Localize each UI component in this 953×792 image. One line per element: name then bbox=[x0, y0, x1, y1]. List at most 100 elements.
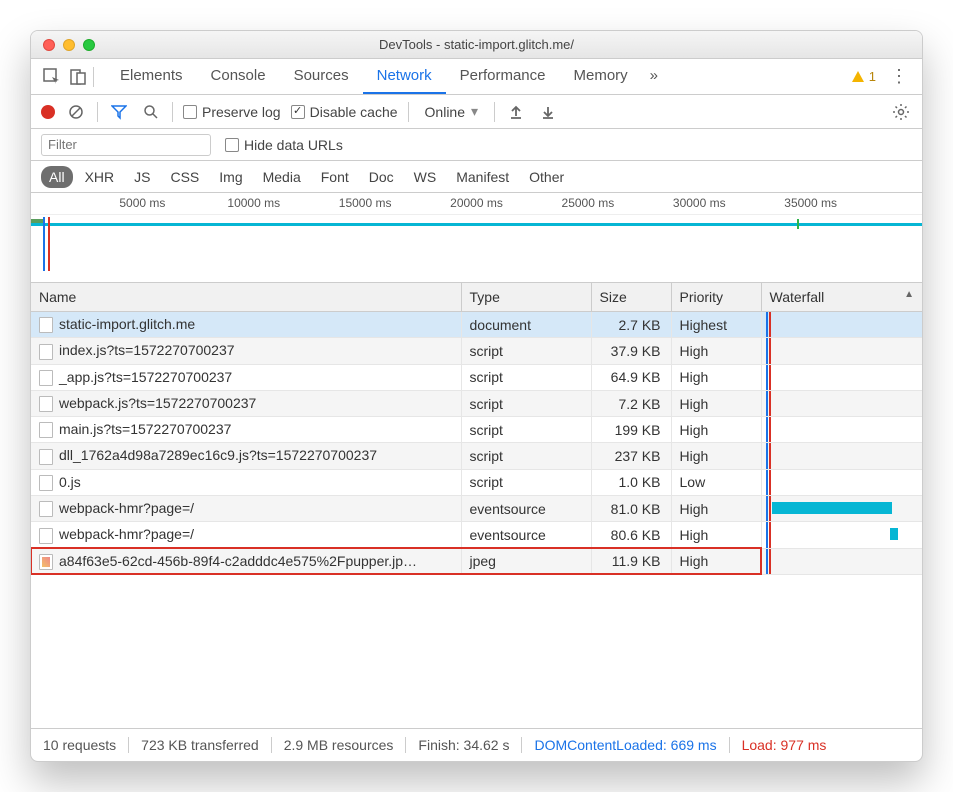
clear-button[interactable] bbox=[65, 101, 87, 123]
wf-load-line bbox=[769, 417, 771, 442]
throttling-select[interactable]: Online ▾ bbox=[419, 103, 485, 120]
cell-type: jpeg bbox=[461, 548, 591, 574]
wf-bar bbox=[772, 502, 892, 514]
type-filter-js[interactable]: JS bbox=[126, 166, 158, 188]
hide-data-urls-checkbox[interactable]: Hide data URLs bbox=[225, 137, 343, 153]
cell-waterfall bbox=[761, 312, 922, 338]
col-priority[interactable]: Priority bbox=[671, 283, 761, 312]
type-filter-img[interactable]: Img bbox=[211, 166, 250, 188]
warnings-badge[interactable]: 1 bbox=[851, 69, 876, 84]
cell-type: eventsource bbox=[461, 496, 591, 522]
search-icon[interactable] bbox=[140, 101, 162, 123]
tab-elements[interactable]: Elements bbox=[106, 59, 197, 94]
filter-toggle-icon[interactable] bbox=[108, 101, 130, 123]
cell-name: dll_1762a4d98a7289ec16c9.js?ts=157227070… bbox=[31, 443, 461, 469]
cell-name: _app.js?ts=1572270700237 bbox=[31, 364, 461, 390]
sort-asc-icon: ▲ bbox=[904, 289, 914, 300]
wf-dcl-line bbox=[766, 417, 768, 442]
timeline-track bbox=[31, 215, 922, 273]
table-row[interactable]: 0.jsscript1.0 KBLow bbox=[31, 469, 922, 495]
cell-name: webpack-hmr?page=/ bbox=[31, 496, 461, 522]
cell-waterfall bbox=[761, 390, 922, 416]
type-filter-xhr[interactable]: XHR bbox=[77, 166, 123, 188]
type-filter-other[interactable]: Other bbox=[521, 166, 572, 188]
preserve-log-checkbox[interactable]: Preserve log bbox=[183, 104, 281, 120]
wf-dcl-line bbox=[766, 312, 768, 337]
cell-type: script bbox=[461, 364, 591, 390]
table-row[interactable]: webpack-hmr?page=/eventsource80.6 KBHigh bbox=[31, 522, 922, 548]
cell-waterfall bbox=[761, 522, 922, 548]
wf-bar bbox=[890, 528, 898, 540]
col-size[interactable]: Size bbox=[591, 283, 671, 312]
import-har-icon[interactable] bbox=[505, 101, 527, 123]
cell-waterfall bbox=[761, 338, 922, 364]
table-row[interactable]: webpack-hmr?page=/eventsource81.0 KBHigh bbox=[31, 496, 922, 522]
type-filter-css[interactable]: CSS bbox=[162, 166, 207, 188]
status-bar: 10 requests 723 KB transferred 2.9 MB re… bbox=[31, 729, 922, 761]
cell-waterfall bbox=[761, 417, 922, 443]
export-har-icon[interactable] bbox=[537, 101, 559, 123]
table-row[interactable]: webpack.js?ts=1572270700237script7.2 KBH… bbox=[31, 390, 922, 416]
network-toolbar: Preserve log Disable cache Online ▾ bbox=[31, 95, 922, 129]
cell-priority: High bbox=[671, 364, 761, 390]
table-row[interactable]: _app.js?ts=1572270700237script64.9 KBHig… bbox=[31, 364, 922, 390]
cell-type: script bbox=[461, 443, 591, 469]
cell-size: 64.9 KB bbox=[591, 364, 671, 390]
tab-console[interactable]: Console bbox=[197, 59, 280, 94]
divider bbox=[494, 102, 495, 122]
type-filter-ws[interactable]: WS bbox=[406, 166, 445, 188]
table-row[interactable]: dll_1762a4d98a7289ec16c9.js?ts=157227070… bbox=[31, 443, 922, 469]
cell-type: script bbox=[461, 417, 591, 443]
devtools-window: DevTools - static-import.glitch.me/ Elem… bbox=[30, 30, 923, 762]
kebab-menu-icon[interactable]: ⋮ bbox=[886, 66, 912, 87]
type-filter-manifest[interactable]: Manifest bbox=[448, 166, 517, 188]
type-filter-all[interactable]: All bbox=[41, 166, 73, 188]
more-tabs-button[interactable]: » bbox=[642, 59, 666, 94]
filter-input[interactable] bbox=[41, 134, 211, 156]
cell-priority: High bbox=[671, 338, 761, 364]
tab-network[interactable]: Network bbox=[363, 59, 446, 94]
table-row[interactable]: static-import.glitch.medocument2.7 KBHig… bbox=[31, 312, 922, 338]
divider bbox=[408, 102, 409, 122]
settings-icon[interactable] bbox=[890, 101, 912, 123]
cell-priority: High bbox=[671, 417, 761, 443]
table-row[interactable]: a84f63e5-62cd-456b-89f4-c2adddc4e575%2Fp… bbox=[31, 548, 922, 574]
tab-sources[interactable]: Sources bbox=[280, 59, 363, 94]
divider bbox=[172, 102, 173, 122]
tab-memory[interactable]: Memory bbox=[560, 59, 642, 94]
main-tabs-row: Elements Console Sources Network Perform… bbox=[31, 59, 922, 95]
type-filter-font[interactable]: Font bbox=[313, 166, 357, 188]
wf-load-line bbox=[769, 391, 771, 416]
cell-size: 237 KB bbox=[591, 443, 671, 469]
cell-name: webpack-hmr?page=/ bbox=[31, 522, 461, 548]
checkbox-checked-icon bbox=[291, 105, 305, 119]
col-waterfall[interactable]: Waterfall▲ bbox=[761, 283, 922, 312]
file-icon bbox=[39, 370, 53, 386]
tab-performance[interactable]: Performance bbox=[446, 59, 560, 94]
wf-dcl-line bbox=[766, 391, 768, 416]
checkbox-icon bbox=[183, 105, 197, 119]
col-name[interactable]: Name bbox=[31, 283, 461, 312]
record-button[interactable] bbox=[41, 105, 55, 119]
table-row[interactable]: main.js?ts=1572270700237script199 KBHigh bbox=[31, 417, 922, 443]
col-type[interactable]: Type bbox=[461, 283, 591, 312]
cell-type: document bbox=[461, 312, 591, 338]
file-icon bbox=[39, 475, 53, 491]
cell-type: eventsource bbox=[461, 522, 591, 548]
wf-load-line bbox=[769, 312, 771, 337]
type-filter-doc[interactable]: Doc bbox=[361, 166, 402, 188]
disable-cache-checkbox[interactable]: Disable cache bbox=[291, 104, 398, 120]
status-resources: 2.9 MB resources bbox=[272, 737, 407, 753]
cell-waterfall bbox=[761, 469, 922, 495]
device-toolbar-icon[interactable] bbox=[67, 66, 89, 88]
status-dcl: DOMContentLoaded: 669 ms bbox=[522, 737, 729, 753]
cell-size: 11.9 KB bbox=[591, 548, 671, 574]
file-icon bbox=[39, 344, 53, 360]
cell-priority: Highest bbox=[671, 312, 761, 338]
inspect-element-icon[interactable] bbox=[41, 66, 63, 88]
wf-dcl-line bbox=[766, 522, 768, 547]
timeline-overview[interactable]: 5000 ms 10000 ms 15000 ms 20000 ms 25000… bbox=[31, 193, 922, 283]
type-filter-media[interactable]: Media bbox=[255, 166, 309, 188]
table-row[interactable]: index.js?ts=1572270700237script37.9 KBHi… bbox=[31, 338, 922, 364]
cell-priority: High bbox=[671, 522, 761, 548]
